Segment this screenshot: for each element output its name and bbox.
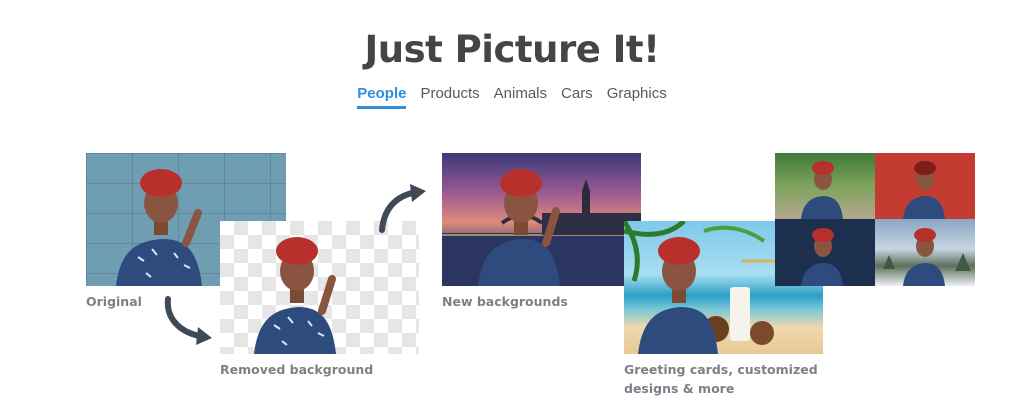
tab-people[interactable]: People [357,85,407,109]
greeting-caption-line-1: Greeting cards, customized [624,362,818,377]
page-title: Just Picture It! [364,28,660,71]
grid-image-red [875,153,975,219]
person-figure [478,169,560,286]
tab-animals[interactable]: Animals [494,85,547,109]
person-figure [801,161,843,219]
tab-graphics[interactable]: Graphics [607,85,667,109]
arrow-up-icon [379,184,426,233]
greeting-caption-line-2: designs & more [624,381,735,396]
person-figure [903,161,945,219]
category-tabs: People Products Animals Cars Graphics [0,85,1024,109]
new-backgrounds-caption: New backgrounds [442,294,568,309]
person-figure [801,228,843,286]
greeting-cards-caption: Greeting cards, customized designs & mor… [624,360,818,398]
removed-background-caption: Removed background [220,362,374,377]
tab-cars[interactable]: Cars [561,85,593,109]
arrow-down-icon [164,296,212,345]
grid-image-street [775,153,875,219]
person-figure [883,228,971,286]
person-figure [254,237,336,354]
grid-image-navy [775,219,875,286]
grid-image-snow [875,219,975,286]
new-background-image [442,153,641,286]
original-caption: Original [86,294,142,309]
tab-products[interactable]: Products [420,85,479,109]
removed-background-image [220,221,419,354]
